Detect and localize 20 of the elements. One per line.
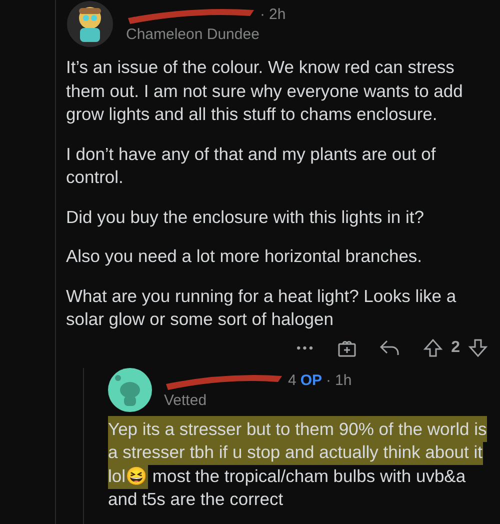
avatar-icon[interactable] xyxy=(66,0,114,48)
comment-text: Did you buy the enclosure with this lights in it? xyxy=(66,206,425,229)
comment-text: It’s an issue of the colour. We know red can stress them out. I am not sure why everyone wants to add grow lights and all this stuff to chams enclosure. xyxy=(66,56,464,126)
op-label: OP xyxy=(300,372,322,390)
user-flair: Vetted xyxy=(164,392,208,410)
user-flair: Chameleon Dundee xyxy=(126,26,260,44)
avatar-icon[interactable] xyxy=(108,368,152,412)
comment-text: What are you running for a heat light? Looks like a solar glow or some sort of halogen xyxy=(66,284,458,331)
timestamp: 2h xyxy=(269,6,286,24)
upvote-icon[interactable] xyxy=(423,338,444,358)
more-options-button[interactable]: ••• xyxy=(296,338,316,356)
downvote-icon[interactable] xyxy=(468,338,488,358)
comment-text: Also you need a lot more horizontal branches. xyxy=(66,245,424,268)
username[interactable]: 4 xyxy=(288,372,296,390)
comment-text: I don’t have any of that and my plants are out of control. xyxy=(66,142,437,189)
separator-dot: · xyxy=(260,6,265,24)
reply-icon[interactable] xyxy=(379,338,402,356)
timestamp: 1h xyxy=(335,372,352,390)
vote-count: 2 xyxy=(451,338,460,358)
separator-dot: · xyxy=(326,372,332,390)
